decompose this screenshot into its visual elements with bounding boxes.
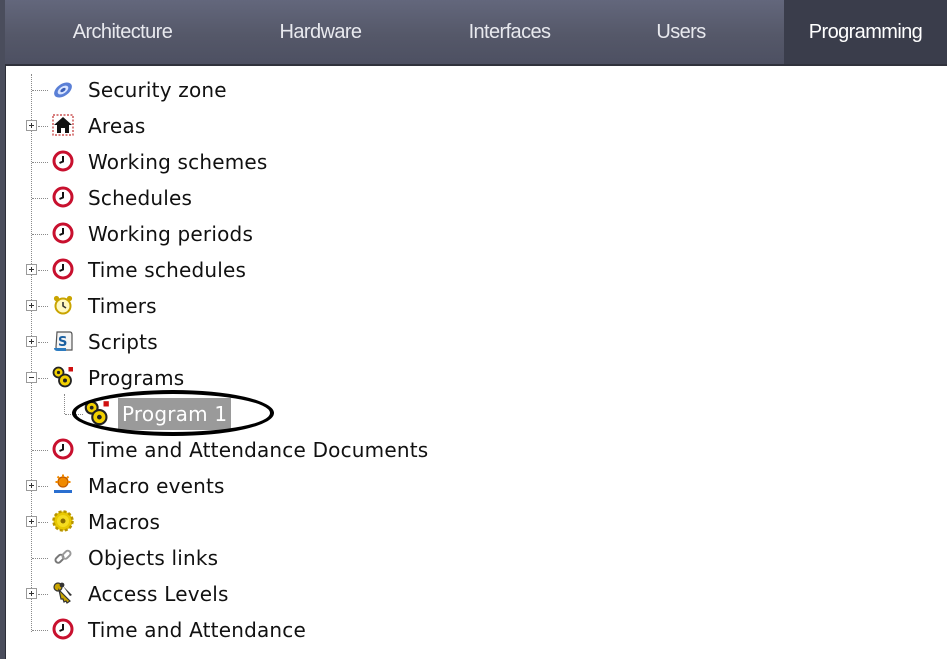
tree-node-macros[interactable]: Macros <box>0 504 600 540</box>
collapse-icon[interactable] <box>26 372 37 383</box>
tree-node-label: Schedules <box>88 186 193 210</box>
tree-node-label: Time schedules <box>88 258 247 282</box>
tree-node-label: Timers <box>88 294 157 318</box>
tree-node-time-and-attendance-documents[interactable]: Time and Attendance Documents <box>0 432 600 468</box>
expand-icon[interactable] <box>26 300 37 311</box>
gear-icon <box>52 510 74 532</box>
tree-node-label: Security zone <box>88 78 227 102</box>
script-icon: S <box>52 330 74 352</box>
expand-icon[interactable] <box>26 516 37 527</box>
tree-node-time-schedules[interactable]: Time schedules <box>0 252 600 288</box>
tree-node-label: Objects links <box>88 546 219 570</box>
keys-icon <box>52 582 74 604</box>
clock-icon <box>52 258 74 280</box>
tree-node-security-zone[interactable]: Security zone <box>0 72 600 108</box>
gears-icon <box>52 366 74 388</box>
alarm-clock-icon <box>52 294 74 316</box>
tree-node-working-schemes[interactable]: Working schemes <box>0 144 600 180</box>
clock-icon <box>52 150 74 172</box>
highlight-callout <box>72 390 274 436</box>
tree-node-label: Areas <box>88 114 146 138</box>
object-tree: Security zone Areas Working schemes Sche… <box>0 72 947 659</box>
tree-node-programs[interactable]: Programs <box>0 360 600 396</box>
expand-icon[interactable] <box>26 336 37 347</box>
expand-icon[interactable] <box>26 120 37 131</box>
macro-event-icon <box>52 474 74 496</box>
tree-node-macro-events[interactable]: Macro events <box>0 468 600 504</box>
clock-icon <box>52 618 74 640</box>
tab-hardware[interactable]: Hardware <box>238 0 403 64</box>
expand-icon[interactable] <box>26 480 37 491</box>
tree-node-access-levels[interactable]: Access Levels <box>0 576 600 612</box>
link-icon <box>52 546 74 568</box>
tree-node-working-periods[interactable]: Working periods <box>0 216 600 252</box>
tree-node-scripts[interactable]: S Scripts <box>0 324 600 360</box>
tab-architecture[interactable]: Architecture <box>40 0 205 64</box>
tree-node-time-and-attendance[interactable]: Time and Attendance <box>0 612 600 648</box>
tab-interfaces[interactable]: Interfaces <box>427 0 592 64</box>
tree-node-timers[interactable]: Timers <box>0 288 600 324</box>
security-zone-icon <box>52 78 74 100</box>
tab-users[interactable]: Users <box>616 0 746 64</box>
svg-text:S: S <box>58 335 67 350</box>
clock-icon <box>52 222 74 244</box>
tree-node-label: Time and Attendance <box>88 618 307 642</box>
tree-node-objects-links[interactable]: Objects links <box>0 540 600 576</box>
tree-node-label: Working periods <box>88 222 254 246</box>
tree-node-label: Macros <box>88 510 161 534</box>
clock-icon <box>52 186 74 208</box>
tree-node-label: Access Levels <box>88 582 229 606</box>
tree-node-label: Working schemes <box>88 150 268 174</box>
clock-icon <box>52 438 74 460</box>
tree-node-label: Scripts <box>88 330 158 354</box>
expand-icon[interactable] <box>26 264 37 275</box>
tree-node-schedules[interactable]: Schedules <box>0 180 600 216</box>
house-icon <box>52 114 74 136</box>
tab-bar: Architecture Hardware Interfaces Users P… <box>0 0 947 66</box>
tree-node-label: Time and Attendance Documents <box>88 438 429 462</box>
expand-icon[interactable] <box>26 588 37 599</box>
tree-node-areas[interactable]: Areas <box>0 108 600 144</box>
tree-node-label: Macro events <box>88 474 225 498</box>
tab-programming[interactable]: Programming <box>784 0 947 64</box>
